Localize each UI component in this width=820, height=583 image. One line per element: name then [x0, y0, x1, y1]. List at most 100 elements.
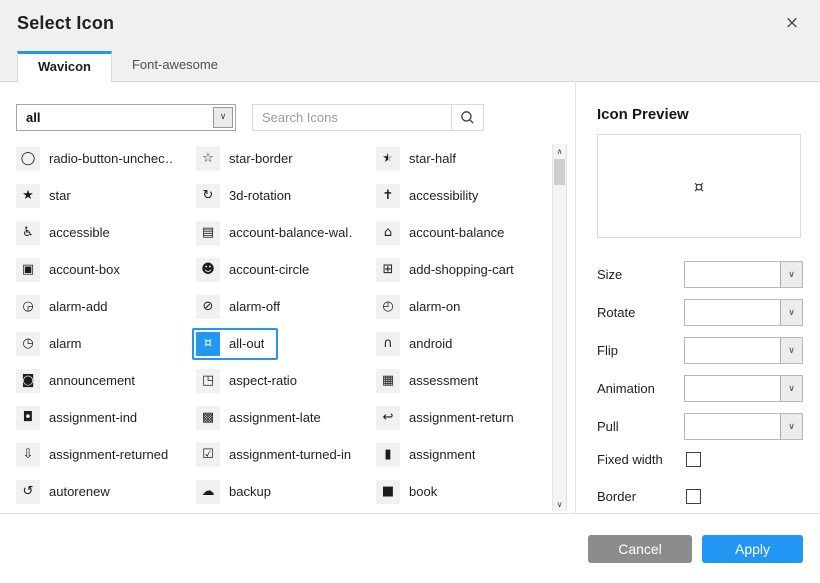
radio-button-unchec-icon: ◯	[16, 147, 40, 171]
icon-item-label: alarm	[49, 336, 82, 351]
icon-item-label: assignment-turned-in	[229, 447, 351, 462]
search-button[interactable]	[451, 104, 484, 131]
announcement-icon: ◙	[16, 369, 40, 393]
icon-item-all-out[interactable]: ¤all-out	[192, 328, 278, 360]
icon-item-assignment-turned-in[interactable]: ☑assignment-turned-in	[192, 439, 365, 471]
icon-item-account-balance-wal[interactable]: ▤account-balance-wal…	[192, 217, 368, 249]
size-select[interactable]: ∨	[684, 261, 803, 288]
category-dropdown[interactable]: all ∨	[16, 104, 236, 131]
tab-wavicon[interactable]: Wavicon	[17, 51, 112, 82]
icon-item-label: book	[409, 484, 437, 499]
all-out-icon: ¤	[196, 332, 220, 356]
icon-item-assignment-return[interactable]: ↩assignment-return	[372, 402, 528, 434]
icon-item-book[interactable]: ■book	[372, 476, 451, 508]
icon-item-assignment-late[interactable]: ▩assignment-late	[192, 402, 335, 434]
icon-item-radio-button-unchec[interactable]: ◯ radio-button-unchec…	[12, 143, 188, 175]
icon-item-label: alarm-add	[49, 299, 108, 314]
dialog-header: Select Icon ×	[0, 0, 820, 52]
icon-item-label: android	[409, 336, 452, 351]
icon-item-label: star	[49, 188, 71, 203]
icon-item-label: assignment-ind	[49, 410, 137, 425]
animation-row: Animation∨	[597, 375, 803, 402]
fixed-width-row: Fixed width	[597, 451, 803, 467]
assignment-returned-icon: ⇩	[16, 443, 40, 467]
select-icon-dialog: Select Icon × Wavicon Font-awesome all ∨	[0, 0, 820, 583]
icon-item-alarm-off[interactable]: ⊘alarm-off	[192, 291, 294, 323]
pull-select[interactable]: ∨	[684, 413, 803, 440]
star-border-icon: ☆	[196, 147, 220, 171]
icon-item-announcement[interactable]: ◙announcement	[12, 365, 149, 397]
icon-item-account-balance[interactable]: ⌂account-balance	[372, 217, 518, 249]
icon-preview-panel: Icon Preview ¤ Size∨Rotate∨Flip∨Animatio…	[576, 82, 820, 513]
preview-box: ¤	[597, 134, 801, 238]
icon-item-assignment[interactable]: ▮assignment	[372, 439, 489, 471]
icon-item-aspect-ratio[interactable]: ◳aspect-ratio	[192, 365, 311, 397]
android-icon: ∩	[376, 332, 400, 356]
checkbox-label: Fixed width	[597, 452, 686, 467]
icon-item-label: add-shopping-cart	[409, 262, 514, 277]
icon-item-accessible[interactable]: ♿accessible	[12, 217, 124, 249]
icon-item-android[interactable]: ∩ android	[372, 328, 466, 360]
field-label: Rotate	[597, 305, 684, 320]
icon-item-label: account-box	[49, 262, 120, 277]
icon-item-assignment-returned[interactable]: ⇩assignment-returned	[12, 439, 182, 471]
icon-item-star[interactable]: ★star	[12, 180, 85, 212]
scrollbar-down-icon[interactable]: ∨	[553, 497, 566, 511]
field-label: Size	[597, 267, 684, 282]
search-box	[252, 104, 484, 131]
icon-item-autorenew[interactable]: ↺autorenew	[12, 476, 124, 508]
dialog-footer: Cancel Apply	[0, 513, 820, 583]
icon-item-star-half[interactable]: ★star-half	[372, 143, 470, 175]
fixed-width-checkbox[interactable]	[686, 452, 701, 467]
icon-item-add-shopping-cart[interactable]: ⊞ add-shopping-cart	[372, 254, 528, 286]
star-half-icon: ★	[376, 147, 400, 171]
icon-item-label: assignment	[409, 447, 475, 462]
assignment-ind-icon: ◘	[16, 406, 40, 430]
alarm-off-icon: ⊘	[196, 295, 220, 319]
chevron-down-icon: ∨	[220, 105, 227, 130]
icon-item-label: accessibility	[409, 188, 478, 203]
dialog-top: Select Icon × Wavicon Font-awesome	[0, 0, 820, 82]
close-icon[interactable]: ×	[781, 12, 803, 34]
border-row: Border	[597, 488, 803, 504]
dialog-title: Select Icon	[17, 13, 114, 33]
apply-button[interactable]: Apply	[702, 535, 803, 563]
icon-item-label: 3d-rotation	[229, 188, 291, 203]
icon-item-assessment[interactable]: ▦assessment	[372, 365, 492, 397]
icon-grid: ◯ radio-button-unchec… ☆ star-border ★star-h…	[0, 140, 575, 510]
search-icon	[460, 110, 475, 125]
search-input[interactable]	[252, 104, 451, 131]
animation-select[interactable]: ∨	[684, 375, 803, 402]
category-dropdown-button[interactable]: ∨	[213, 107, 233, 128]
account-balance-wal-icon: ▤	[196, 221, 220, 245]
alarm-on-icon: ◴	[376, 295, 400, 319]
icon-item-account-box[interactable]: ▣account-box	[12, 254, 134, 286]
icon-item-accessibility[interactable]: ✝accessibility	[372, 180, 492, 212]
icon-item-alarm[interactable]: ◷alarm	[12, 328, 96, 360]
icon-item-account-circle[interactable]: ☻account-circle	[192, 254, 323, 286]
alarm-add-icon: ◶	[16, 295, 40, 319]
add-shopping-cart-icon: ⊞	[376, 258, 400, 282]
scrollbar-thumb[interactable]	[554, 159, 565, 185]
scrollbar[interactable]: ∧ ∨	[552, 144, 567, 511]
border-checkbox[interactable]	[686, 489, 701, 504]
icon-item-label: account-balance	[409, 225, 504, 240]
rotate-select[interactable]: ∨	[684, 299, 803, 326]
icon-item-label: radio-button-unchec…	[49, 151, 174, 166]
scrollbar-up-icon[interactable]: ∧	[553, 144, 566, 158]
icon-item-3d-rotation[interactable]: ↻3d-rotation	[192, 180, 305, 212]
icon-item-star-border[interactable]: ☆ star-border	[192, 143, 307, 175]
icon-item-alarm-add[interactable]: ◶ alarm-add	[12, 291, 122, 323]
icon-item-assignment-ind[interactable]: ◘ assignment-ind	[12, 402, 151, 434]
icon-browser-panel: all ∨ ◯radio-button-unchec…☆star-bor	[0, 82, 576, 513]
cancel-button[interactable]: Cancel	[588, 535, 692, 563]
icon-item-backup[interactable]: ☁backup	[192, 476, 285, 508]
flip-select[interactable]: ∨	[684, 337, 803, 364]
icon-item-alarm-on[interactable]: ◴alarm-on	[372, 291, 474, 323]
chevron-down-icon: ∨	[780, 414, 802, 439]
aspect-ratio-icon: ◳	[196, 369, 220, 393]
tab-font-awesome[interactable]: Font-awesome	[112, 51, 238, 81]
list-controls: all ∨	[16, 104, 575, 131]
accessible-icon: ♿	[16, 221, 40, 245]
icon-item-label: star-border	[229, 151, 293, 166]
